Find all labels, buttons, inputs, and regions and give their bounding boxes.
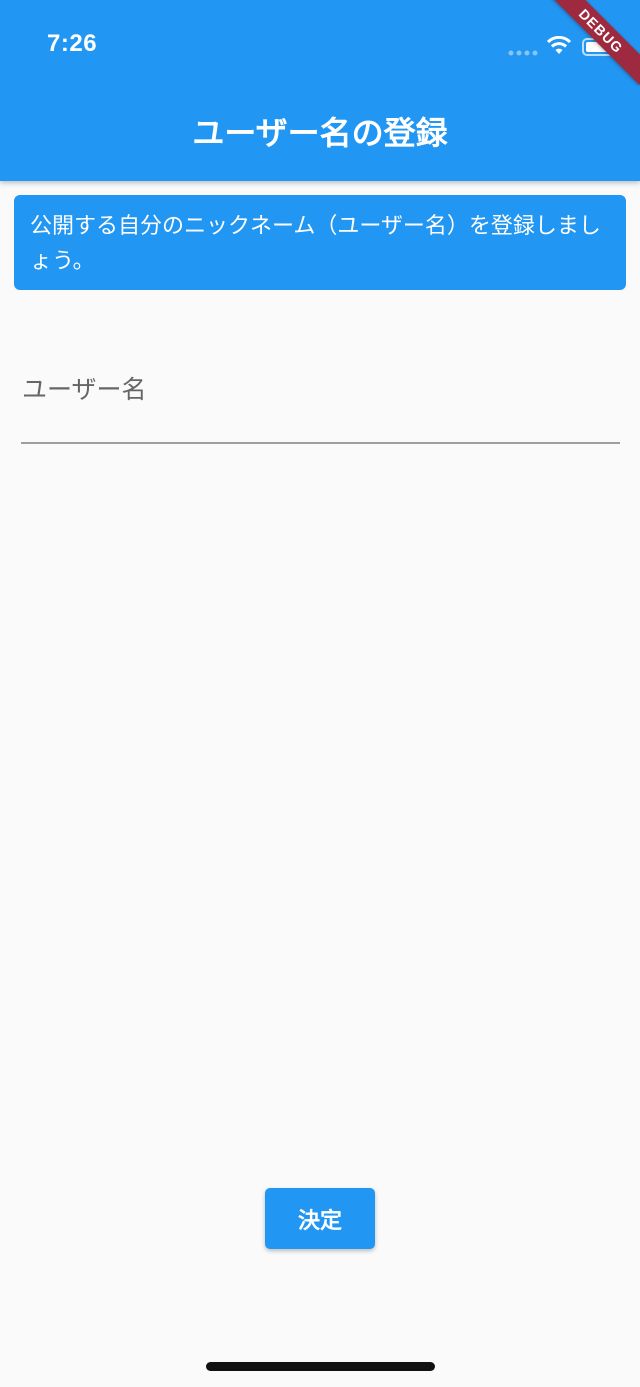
username-input[interactable] xyxy=(21,360,620,440)
status-time: 7:26 xyxy=(47,30,98,57)
page-title: ユーザー名の登録 xyxy=(192,114,448,152)
home-indicator xyxy=(206,1362,435,1371)
submit-button[interactable]: 決定 xyxy=(265,1188,375,1249)
wifi-icon xyxy=(546,36,572,54)
info-banner: 公開する自分のニックネーム（ユーザー名）を登録しましょう。 xyxy=(14,195,626,290)
app-bar: 7:26 DEBUG ユーザー名の登録 xyxy=(0,0,640,181)
username-underline xyxy=(21,442,620,444)
signal-icon xyxy=(508,50,538,56)
